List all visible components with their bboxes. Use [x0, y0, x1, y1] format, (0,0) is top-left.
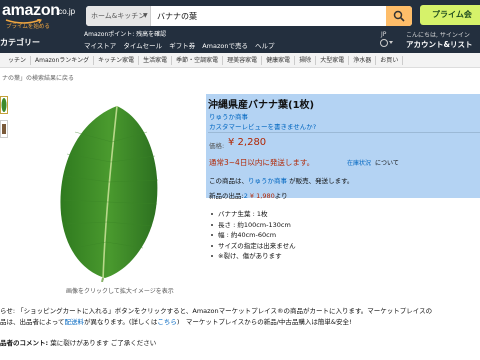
price-value: ¥ 2,280: [228, 137, 267, 148]
logo-tld: .co.jp: [56, 7, 76, 16]
nav-my-store[interactable]: マイストア: [84, 40, 116, 50]
nav-help[interactable]: ヘルプ: [255, 40, 275, 50]
divider: [208, 132, 480, 133]
feature-bullet: ※裂け、傷があります: [210, 251, 296, 262]
cat-home-appliances[interactable]: 生活家電: [139, 55, 173, 65]
back-to-results-link[interactable]: ナの葉」の検索結果に戻る: [2, 73, 74, 82]
search-button[interactable]: [386, 6, 412, 26]
account-lists-menu[interactable]: アカウント&リスト: [406, 39, 473, 50]
cat-seasonal[interactable]: 季節・空調家電: [172, 55, 224, 65]
search-icon: [393, 10, 405, 22]
sold-by-suffix: が販売、発送します。: [287, 177, 354, 185]
language-label[interactable]: JP: [381, 31, 386, 38]
feature-bullet: サイズの指定は出来ません: [210, 241, 296, 252]
price-label: 価格:: [209, 142, 225, 150]
search-bar: ホーム&キッチン ▼: [86, 6, 412, 26]
cat-beauty[interactable]: 理美容家電: [223, 55, 263, 65]
notice-text-b: が異なります。(詳しくは: [83, 318, 158, 326]
cat-health[interactable]: 健康家電: [262, 55, 296, 65]
sold-by-seller-link[interactable]: りゅうか商事: [248, 177, 287, 185]
points-balance-link[interactable]: Amazonポイント: 残高を確認: [84, 29, 166, 38]
logo-wordmark: amazon: [2, 2, 60, 19]
nav-links: マイストア タイムセール ギフト券 Amazonで売る ヘルプ: [84, 40, 274, 50]
marketplace-notice-line1: らせ: 「ショッピングカートに入れる」ボタンをクリックすると、Amazonマーケ…: [0, 307, 433, 315]
cat-water-purifier[interactable]: 浄水器: [349, 55, 377, 65]
nav-gift-card[interactable]: ギフト券: [169, 40, 195, 50]
seller-comment-text: 葉に裂けがあります ご了承ください: [50, 339, 157, 347]
cat-cleaning[interactable]: 掃除: [295, 55, 317, 65]
category-strip: ッチン Amazonランキング キッチン家電 生活家電 季節・空調家電 理美容家…: [0, 53, 480, 68]
sold-by-prefix: この商品は、: [209, 177, 248, 185]
thumbnail-alt[interactable]: [0, 120, 8, 138]
thumbnail-leaf[interactable]: [0, 96, 8, 114]
prime-banner[interactable]: プライム会: [420, 5, 480, 25]
new-offers-price: ¥ 1,980: [249, 192, 275, 200]
caret-down-icon: [389, 41, 393, 44]
nav-time-sale[interactable]: タイムセール: [123, 40, 162, 50]
seller-link[interactable]: りゅうか商事: [209, 111, 248, 121]
feature-bullet: 幅 : 約40cm-60cm: [210, 230, 296, 241]
write-review-link[interactable]: カスタマーレビューを書きませんか?: [209, 121, 316, 131]
stock-status-suffix: について: [375, 160, 399, 167]
marketplace-notice-line2: 品は、出品者によって配送料が異なります。(詳しくはこちら) マーケットプレイスか…: [0, 316, 352, 326]
details-link[interactable]: こちら: [157, 318, 177, 326]
notice-text-a: 品は、出品者によって: [0, 318, 65, 326]
cat-large-appliances[interactable]: 大型家電: [316, 55, 350, 65]
sold-by-line: この商品は、りゅうか商事 が販売、発送します。: [209, 175, 353, 185]
cat-more[interactable]: お買い: [376, 55, 404, 65]
chevron-down-icon: ▼: [143, 12, 148, 19]
account-greeting[interactable]: こんにちは, サインイン: [406, 30, 470, 39]
notice-text-c: ) マーケットプレイスからの新品/中古品購入は簡単&安全!: [176, 318, 352, 326]
feature-bullets: バナナ生葉 : 1枚 長さ : 約100cm-130cm 幅 : 約40cm-6…: [210, 209, 296, 262]
feature-bullet: 長さ : 約100cm-130cm: [210, 220, 296, 231]
top-header: amazon .co.jp プライムを始める ホーム&キッチン ▼ プライム会 …: [0, 0, 480, 53]
product-title: 沖縄県産バナナ葉(1枚): [208, 100, 315, 111]
banana-leaf-image[interactable]: [55, 102, 165, 282]
cat-kitchen-appliances[interactable]: キッチン家電: [94, 55, 140, 65]
logo-prime-tagline: プライムを始める: [6, 24, 50, 30]
new-offers-line: 新品の出品:2 ¥ 1,980より: [209, 190, 288, 200]
search-category-select[interactable]: ホーム&キッチン: [86, 6, 151, 26]
cat-ranking[interactable]: Amazonランキング: [31, 55, 95, 65]
new-offers-label: 新品の出品:: [209, 192, 244, 200]
seller-comment-label: 品者のコメント:: [0, 339, 49, 347]
shipping-estimate: 通常3~4日以内に発送します。: [209, 158, 315, 167]
thumbnail-strip: [0, 96, 8, 156]
search-category-label: ホーム&キッチン: [91, 12, 146, 20]
shipping-fee-link[interactable]: 配送料: [64, 318, 84, 326]
image-zoom-caption: 画像をクリックして拡大イメージを表示: [66, 288, 174, 295]
globe-icon[interactable]: [380, 39, 388, 47]
amazon-logo[interactable]: amazon .co.jp プライムを始める: [2, 2, 75, 32]
nav-sell-on-amazon[interactable]: Amazonで売る: [202, 40, 248, 50]
cat-kitchen[interactable]: ッチン: [4, 55, 32, 65]
feature-bullet: バナナ生葉 : 1枚: [210, 209, 296, 220]
stock-status-link[interactable]: 在庫状況: [347, 158, 371, 167]
new-offers-suffix: より: [274, 192, 288, 200]
search-input[interactable]: [152, 6, 386, 26]
seller-comment: 品者のコメント: 葉に裂けがあります ご了承ください: [0, 337, 156, 347]
category-menu-button[interactable]: カテゴリー: [0, 37, 40, 48]
